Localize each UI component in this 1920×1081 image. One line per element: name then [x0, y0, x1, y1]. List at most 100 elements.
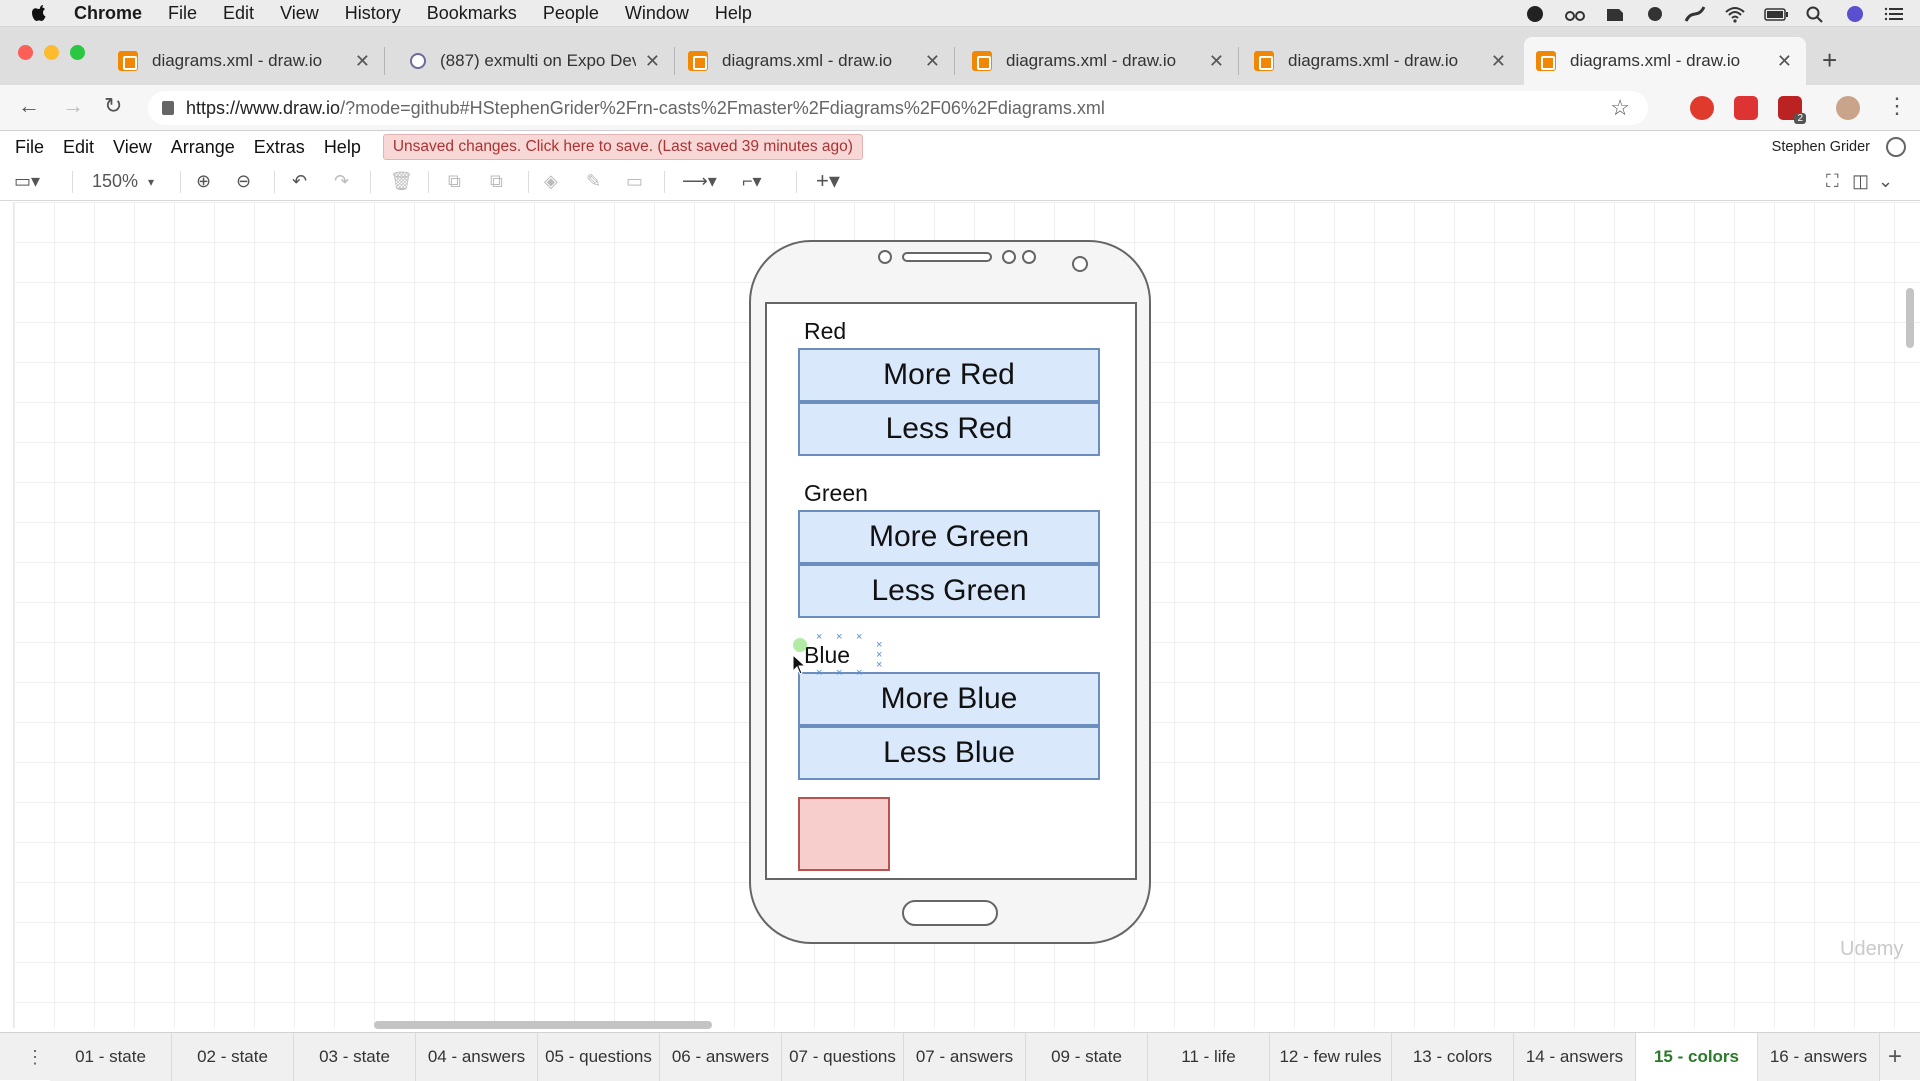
back-arrow-icon[interactable]: ←: [18, 93, 40, 119]
close-tab-icon[interactable]: ✕: [1491, 51, 1506, 72]
gear-cloud-icon[interactable]: [1644, 5, 1666, 23]
forward-arrow-icon[interactable]: →: [62, 93, 84, 119]
zoom-select[interactable]: 150%: [92, 171, 138, 192]
evernote-icon[interactable]: [1604, 5, 1626, 23]
line-color-icon[interactable]: ✎: [586, 171, 601, 192]
format-panel-icon[interactable]: ◫: [1852, 171, 1869, 192]
selection-anchor[interactable]: [793, 638, 807, 652]
siri-icon[interactable]: [1844, 5, 1866, 23]
page-tab[interactable]: 16 - answers: [1758, 1033, 1880, 1081]
snake-icon[interactable]: [1684, 5, 1706, 23]
notification-center-icon[interactable]: [1884, 5, 1906, 23]
profile-avatar[interactable]: [1836, 96, 1860, 120]
page-tab[interactable]: 06 - answers: [660, 1033, 782, 1081]
less-red-button[interactable]: Less Red: [798, 402, 1100, 456]
menu-file[interactable]: File: [168, 3, 197, 24]
resize-handle-icon[interactable]: ×: [816, 632, 822, 643]
page-tab[interactable]: 04 - answers: [416, 1033, 538, 1081]
browser-tab-6-active[interactable]: diagrams.xml - draw.io ✕: [1524, 37, 1806, 85]
url-bar[interactable]: https://www.draw.io/?mode=github#HStephe…: [148, 91, 1648, 125]
resize-handle-icon[interactable]: ×: [876, 660, 882, 671]
spotlight-search-icon[interactable]: [1804, 5, 1826, 23]
drawio-menu-help[interactable]: Help: [324, 137, 361, 158]
creative-cloud-icon[interactable]: [1524, 5, 1546, 23]
undo-icon[interactable]: ↶: [292, 171, 307, 192]
browser-tab-4[interactable]: diagrams.xml - draw.io ✕: [960, 37, 1239, 85]
zoom-window-button[interactable]: [70, 45, 85, 60]
close-tab-icon[interactable]: ✕: [645, 51, 660, 72]
fullscreen-icon[interactable]: ⛶: [1826, 171, 1839, 192]
resize-handle-icon[interactable]: ×: [856, 632, 862, 643]
insert-plus-icon[interactable]: +▾: [816, 168, 840, 194]
menu-window[interactable]: Window: [625, 3, 689, 24]
page-tab[interactable]: 13 - colors: [1392, 1033, 1514, 1081]
menu-edit[interactable]: Edit: [223, 3, 254, 24]
vertical-scrollbar[interactable]: [1906, 288, 1914, 348]
page-tab[interactable]: 12 - few rules: [1270, 1033, 1392, 1081]
resize-handle-icon[interactable]: ×: [856, 668, 862, 679]
browser-tab-2[interactable]: (887) exmulti on Expo Dev ✕: [398, 37, 675, 85]
redo-icon[interactable]: ↷: [334, 171, 349, 192]
menu-history[interactable]: History: [345, 3, 401, 24]
red-label[interactable]: Red: [804, 318, 846, 345]
page-tab-active[interactable]: 15 - colors: [1636, 1033, 1758, 1081]
add-page-icon[interactable]: +: [1888, 1043, 1902, 1071]
zoom-dropdown-icon[interactable]: ▾: [148, 175, 154, 189]
new-tab-button[interactable]: +: [1822, 45, 1837, 76]
reload-icon[interactable]: ↻: [104, 93, 122, 119]
more-red-button[interactable]: More Red: [798, 348, 1100, 402]
more-green-button[interactable]: More Green: [798, 510, 1100, 564]
drawio-menu-file[interactable]: File: [15, 137, 44, 158]
lastpass-extension-icon[interactable]: [1734, 96, 1758, 120]
collapse-toolbar-icon[interactable]: ⌄: [1878, 171, 1893, 192]
menu-chrome[interactable]: Chrome: [74, 3, 142, 24]
battery-icon[interactable]: [1764, 5, 1788, 23]
menu-view[interactable]: View: [280, 3, 319, 24]
page-tab[interactable]: 07 - answers: [904, 1033, 1026, 1081]
menu-help[interactable]: Help: [715, 3, 752, 24]
user-name[interactable]: Stephen Grider: [1772, 139, 1870, 155]
page-tab[interactable]: 09 - state: [1026, 1033, 1148, 1081]
close-tab-icon[interactable]: ✕: [355, 51, 370, 72]
blue-label[interactable]: Blue: [804, 642, 850, 669]
more-blue-button[interactable]: More Blue: [798, 672, 1100, 726]
shadow-icon[interactable]: ▭: [626, 171, 643, 192]
less-green-button[interactable]: Less Green: [798, 564, 1100, 618]
color-swatch[interactable]: [798, 797, 890, 871]
menu-bookmarks[interactable]: Bookmarks: [427, 3, 517, 24]
browser-tab-5[interactable]: diagrams.xml - draw.io ✕: [1242, 37, 1520, 85]
green-label[interactable]: Green: [804, 480, 868, 507]
browser-tab-1[interactable]: diagrams.xml - draw.io ✕: [106, 37, 385, 85]
minimize-window-button[interactable]: [44, 45, 59, 60]
unsaved-changes-notice[interactable]: Unsaved changes. Click here to save. (La…: [382, 134, 863, 160]
drawio-menu-extras[interactable]: Extras: [254, 137, 305, 158]
close-tab-icon[interactable]: ✕: [1777, 51, 1792, 72]
close-tab-icon[interactable]: ✕: [1209, 51, 1224, 72]
horizontal-scrollbar[interactable]: [374, 1021, 712, 1029]
page-tab[interactable]: 11 - life: [1148, 1033, 1270, 1081]
less-blue-button[interactable]: Less Blue: [798, 726, 1100, 780]
page-tab[interactable]: 07 - questions: [782, 1033, 904, 1081]
page-tab[interactable]: 02 - state: [172, 1033, 294, 1081]
close-tab-icon[interactable]: ✕: [925, 51, 940, 72]
bookmark-star-icon[interactable]: ☆: [1610, 95, 1630, 121]
format-panel-toggle-icon[interactable]: ▭▾: [14, 171, 40, 192]
drawio-menu-edit[interactable]: Edit: [63, 137, 94, 158]
drawio-menu-view[interactable]: View: [113, 137, 152, 158]
chrome-menu-icon[interactable]: ⋮: [1886, 93, 1908, 119]
resize-handle-icon[interactable]: ×: [836, 632, 842, 643]
globe-icon[interactable]: [1886, 137, 1906, 157]
close-window-button[interactable]: [18, 45, 33, 60]
resize-handle-icon[interactable]: ×: [816, 668, 822, 679]
to-front-icon[interactable]: ⧉: [448, 171, 461, 192]
menu-people[interactable]: People: [543, 3, 599, 24]
adblock-extension-icon[interactable]: [1690, 96, 1714, 120]
zoom-in-icon[interactable]: ⊕: [196, 171, 211, 192]
page-tab[interactable]: 01 - state: [50, 1033, 172, 1081]
fill-color-icon[interactable]: ◈: [544, 171, 558, 192]
browser-tab-3[interactable]: diagrams.xml - draw.io ✕: [676, 37, 955, 85]
waypoints-icon[interactable]: ⌐▾: [742, 171, 762, 192]
page-tab[interactable]: 05 - questions: [538, 1033, 660, 1081]
resize-handle-icon[interactable]: ×: [836, 668, 842, 679]
zoom-out-icon[interactable]: ⊖: [236, 171, 251, 192]
